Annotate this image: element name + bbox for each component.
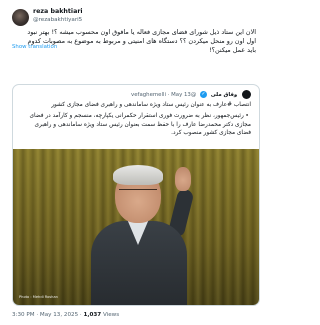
tweet-meta: 3:30 PM · May 13, 2025 · 1,037 Views — [12, 312, 119, 318]
views-count: 1,037 — [83, 312, 102, 318]
quoted-avatar — [242, 90, 251, 99]
verified-badge-icon: ✓ — [199, 91, 207, 98]
glasses — [119, 189, 157, 198]
tweet: reza bakhtiari @rezabakhtiyari5 الان این… — [0, 0, 272, 325]
quoted-paragraph-1: انتصاب #عارف به عنوان رئیس ستاد ویژه سام… — [51, 102, 251, 108]
show-translation-link[interactable]: Show translation — [12, 44, 57, 50]
tweet-text: الان این ستاد ذیل شورای فضای مجازی فعاله… — [27, 28, 256, 54]
raised-hand — [175, 167, 191, 191]
quoted-paragraph-2: ▪️رئیس‌جمهور، نظر به ضرورت فوری استقرار … — [29, 113, 251, 137]
quoted-separator: · — [167, 92, 170, 98]
author-handle[interactable]: @rezabakhtiyari5 — [33, 17, 82, 23]
white-hair — [113, 165, 163, 185]
quoted-tweet-card[interactable]: وفاق ملی ✓ @vefaghemelli · May 13 انتصاب… — [12, 84, 260, 306]
quoted-photo[interactable]: Photo : Mehdi Roshan — [13, 149, 259, 305]
views-label: Views — [102, 312, 120, 318]
tweet-timestamp[interactable]: 3:30 PM · May 13, 2025 · — [12, 312, 82, 318]
quoted-tweet-header: وفاق ملی ✓ @vefaghemelli · May 13 — [131, 90, 251, 99]
quoted-tweet-text: انتصاب #عارف به عنوان رئیس ستاد ویژه سام… — [21, 101, 251, 138]
author-name[interactable]: reza bakhtiari — [33, 8, 83, 15]
man-waving-figure — [85, 159, 197, 305]
avatar[interactable] — [12, 9, 29, 26]
quoted-author-name: وفاق ملی — [210, 92, 238, 98]
quoted-date: May 13 — [171, 92, 191, 98]
photo-credit: Photo : Mehdi Roshan — [19, 295, 58, 299]
